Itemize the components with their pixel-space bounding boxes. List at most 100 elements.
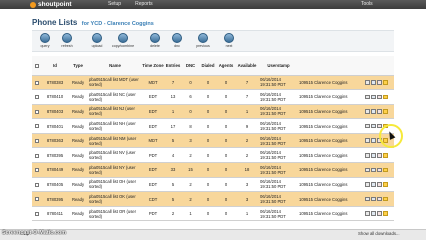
table-row[interactable]: 8780395 Ready pba0515call list NV (user so… bbox=[32, 147, 394, 164]
toolbar-button-label: next bbox=[225, 44, 233, 48]
delete-icon[interactable] bbox=[377, 182, 382, 187]
table-row[interactable]: 8780401 Ready pba0515call list NH (user so… bbox=[32, 118, 394, 134]
view-icon[interactable] bbox=[365, 80, 370, 85]
delete-icon[interactable] bbox=[377, 109, 382, 114]
table-row[interactable]: 8780410 Ready pba0515call list NC (user so… bbox=[32, 89, 394, 105]
start-dial-icon[interactable] bbox=[383, 80, 388, 85]
table-row[interactable]: 8780411 Ready pba0515call list OR (user so… bbox=[32, 206, 394, 222]
table-row[interactable]: 8780395 Ready pba0515call list OK (user so… bbox=[32, 191, 394, 207]
cell-id: 8780411 bbox=[42, 206, 68, 222]
cell-time-zone: MDT bbox=[142, 75, 164, 91]
column-header: DNC bbox=[182, 56, 199, 76]
table-row[interactable]: 8780405 Ready pba0515call list OH (user so… bbox=[32, 177, 394, 193]
toolbar-next-button[interactable]: next bbox=[216, 33, 242, 51]
cell-entries: 4 bbox=[164, 147, 182, 164]
cell-id: 8780449 bbox=[42, 162, 68, 178]
start-dial-icon[interactable] bbox=[383, 109, 388, 114]
cell-agents: 0 bbox=[217, 191, 235, 207]
cell-available: 3 bbox=[235, 177, 259, 193]
query-icon bbox=[40, 33, 50, 43]
start-dial-icon[interactable] bbox=[383, 182, 388, 187]
view-icon[interactable] bbox=[365, 94, 370, 100]
view-icon[interactable] bbox=[365, 138, 370, 143]
edit-icon[interactable] bbox=[371, 109, 376, 114]
cell-available: 1 bbox=[235, 104, 259, 120]
menu-tools[interactable]: Tools bbox=[361, 0, 373, 9]
cell-agents: 0 bbox=[217, 162, 235, 178]
row-checkbox[interactable] bbox=[35, 109, 39, 114]
view-icon[interactable] bbox=[365, 123, 370, 129]
edit-icon[interactable] bbox=[371, 211, 376, 216]
cell-date: 06/16/2014 19:31:50 PDT bbox=[259, 162, 298, 178]
brand-logo[interactable]: shoutpoint bbox=[30, 0, 72, 9]
row-checkbox-cell bbox=[32, 89, 42, 105]
delete-icon[interactable] bbox=[377, 80, 382, 85]
row-checkbox[interactable] bbox=[35, 139, 39, 144]
delete-icon[interactable] bbox=[377, 153, 382, 158]
table-row[interactable]: 8780403 Ready pba0515call list NJ (user so… bbox=[32, 104, 394, 120]
cell-userstamp: 109515 Clarence Coggins bbox=[298, 162, 359, 178]
cell-entries: 33 bbox=[164, 162, 182, 178]
refresh-icon bbox=[62, 33, 72, 43]
toolbar-previous-button[interactable]: previous bbox=[190, 33, 216, 51]
edit-icon[interactable] bbox=[371, 138, 376, 143]
menu-setup[interactable]: Setup bbox=[108, 0, 121, 9]
delete-icon[interactable] bbox=[377, 94, 382, 100]
row-checkbox[interactable] bbox=[35, 212, 39, 217]
start-dial-icon[interactable] bbox=[383, 196, 388, 202]
start-dial-icon[interactable] bbox=[383, 167, 388, 173]
row-checkbox[interactable] bbox=[35, 182, 39, 187]
edit-icon[interactable] bbox=[371, 123, 376, 129]
row-checkbox[interactable] bbox=[35, 124, 39, 129]
table-row[interactable]: 8780449 Ready pba0515call list NY (user so… bbox=[32, 162, 394, 178]
view-icon[interactable] bbox=[365, 167, 370, 173]
dnc-icon bbox=[172, 33, 182, 43]
view-icon[interactable] bbox=[365, 196, 370, 202]
table-row[interactable]: 8780383 Ready pba0515call list MDT (user s… bbox=[32, 75, 394, 91]
table-body: 8780383 Ready pba0515call list MDT (user s… bbox=[32, 75, 394, 222]
edit-icon[interactable] bbox=[371, 153, 376, 158]
column-header: Id bbox=[42, 56, 68, 76]
page-subtitle: for YCD - Clarence Coggins bbox=[81, 21, 154, 27]
row-checkbox[interactable] bbox=[35, 153, 39, 158]
edit-icon[interactable] bbox=[371, 196, 376, 202]
edit-icon[interactable] bbox=[371, 94, 376, 100]
cell-type: Ready bbox=[68, 75, 88, 91]
row-checkbox[interactable] bbox=[35, 168, 39, 173]
toolbar-upload-button[interactable]: upload bbox=[84, 33, 110, 51]
edit-icon[interactable] bbox=[371, 182, 376, 187]
cell-dnc: 15 bbox=[182, 162, 199, 178]
phone-lists-table: Id Type Name Time Zone Entries DNC Dialed Agent… bbox=[32, 56, 394, 222]
delete-icon[interactable] bbox=[377, 167, 382, 173]
cell-type: Ready bbox=[68, 206, 88, 222]
delete-icon[interactable] bbox=[377, 211, 382, 216]
view-icon[interactable] bbox=[365, 182, 370, 187]
menu-reports[interactable]: Reports bbox=[135, 0, 153, 9]
select-all-checkbox[interactable] bbox=[35, 63, 39, 68]
cell-type: Ready bbox=[68, 147, 88, 164]
toolbar-dnc-button[interactable]: dnc bbox=[164, 33, 190, 51]
show-all-downloads-link[interactable]: Show all downloads... bbox=[358, 231, 400, 236]
cell-dialed: 0 bbox=[199, 206, 217, 222]
delete-icon[interactable] bbox=[377, 196, 382, 202]
start-dial-icon[interactable] bbox=[383, 153, 388, 158]
start-dial-icon[interactable] bbox=[383, 211, 388, 216]
row-checkbox[interactable] bbox=[35, 80, 39, 85]
view-icon[interactable] bbox=[365, 109, 370, 114]
row-actions-cell bbox=[359, 206, 394, 222]
cell-entries: 2 bbox=[164, 206, 182, 222]
cell-id: 8780405 bbox=[42, 177, 68, 193]
row-checkbox[interactable] bbox=[35, 197, 39, 202]
edit-icon[interactable] bbox=[371, 167, 376, 173]
toolbar-copy-combine-button[interactable]: copy/combine bbox=[110, 33, 136, 51]
view-icon[interactable] bbox=[365, 211, 370, 216]
cell-name: pba0515call list NY (user sorted) bbox=[88, 162, 142, 178]
edit-icon[interactable] bbox=[371, 80, 376, 85]
toolbar-refresh-button[interactable]: refresh bbox=[54, 33, 80, 51]
table-row[interactable]: 8780363 Ready pba0515call list NM (user so… bbox=[32, 133, 394, 149]
start-dial-icon[interactable] bbox=[383, 94, 388, 100]
view-icon[interactable] bbox=[365, 153, 370, 158]
row-checkbox[interactable] bbox=[35, 95, 39, 100]
cell-available: 7 bbox=[235, 89, 259, 105]
cell-entries: 5 bbox=[164, 133, 182, 149]
